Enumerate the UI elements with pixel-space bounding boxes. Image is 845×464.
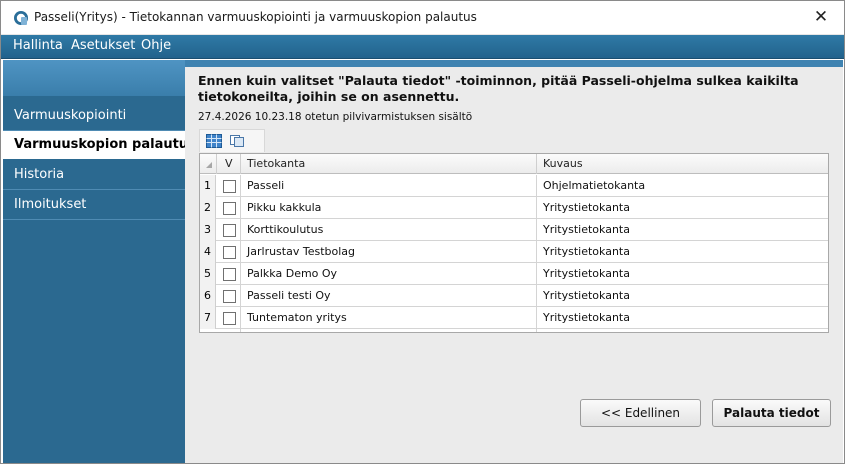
menu-ohje[interactable]: Ohje [141,38,171,53]
database-description: Ohjelmatietokanta [543,179,646,192]
table-row[interactable]: 3 Korttikoulutus Yritystietokanta [200,219,828,241]
row-number: 5 [200,263,216,285]
header-check[interactable]: V [217,154,241,174]
sidebar-item-notifications[interactable]: Ilmoitukset [3,191,185,219]
main-header-strip [185,60,843,67]
sidebar-divider [3,219,185,220]
table-row[interactable]: 5 Palkka Demo Oy Yritystietokanta [200,263,828,285]
main-panel: Ennen kuin valitset "Palauta tiedot" -to… [185,60,843,463]
table-row[interactable]: 4 Jarlrustav Testbolag Yritystietokanta [200,241,828,263]
database-description: Yritystietokanta [543,289,630,302]
row-checkbox[interactable] [223,202,236,215]
row-number: 3 [200,219,216,241]
table-row[interactable]: 1 Passeli Ohjelmatietokanta [200,175,828,197]
row-checkbox[interactable] [223,290,236,303]
restore-window: Passeli(Yritys) - Tietokannan varmuuskop… [0,0,845,464]
database-description: Yritystietokanta [543,223,630,236]
row-number: 7 [200,307,216,329]
header-description[interactable]: Kuvaus [537,154,828,174]
sidebar-item-history[interactable]: Historia [3,161,185,189]
sidebar: Varmuuskopiointi Varmuuskopion palautus … [3,60,196,463]
row-checkbox[interactable] [223,312,236,325]
database-name: Passeli testi Oy [247,289,331,302]
previous-button[interactable]: << Edellinen [580,399,701,427]
warning-text: Ennen kuin valitset "Palauta tiedot" -to… [198,73,799,104]
sidebar-header [3,60,185,96]
database-description: Yritystietokanta [543,267,630,280]
restore-button[interactable]: Palauta tiedot [712,399,831,427]
sidebar-item-restore[interactable]: Varmuuskopion palautus [3,131,196,159]
table-row[interactable]: 6 Passeli testi Oy Yritystietokanta [200,285,828,307]
grid-view-icon[interactable] [206,134,222,148]
header-database[interactable]: Tietokanta [241,154,537,174]
column-divider [240,175,241,332]
row-number: 2 [200,197,216,219]
backup-info-text: 27.4.2026 10.23.18 otetun pilvivarmistuk… [198,111,473,123]
database-description: Yritystietokanta [543,201,630,214]
menu-bar: Hallinta Asetukset Ohje [1,35,844,59]
sidebar-item-backup[interactable]: Varmuuskopiointi [3,102,185,130]
passeli-app-icon [13,10,29,26]
table-header: V Tietokanta Kuvaus [200,154,828,174]
row-checkbox[interactable] [223,246,236,259]
row-number: 1 [200,175,216,197]
menu-hallinta[interactable]: Hallinta [13,38,63,53]
row-checkbox[interactable] [223,224,236,237]
title-bar: Passeli(Yritys) - Tietokannan varmuuskop… [1,1,844,35]
copy-icon[interactable] [229,134,245,148]
close-button[interactable]: ✕ [798,1,844,34]
database-name: Tuntematon yritys [247,311,347,324]
menu-asetukset[interactable]: Asetukset [71,38,135,53]
window-title: Passeli(Yritys) - Tietokannan varmuuskop… [34,10,477,24]
table-toolbar [199,129,265,152]
database-name: Palkka Demo Oy [247,267,338,280]
row-checkbox[interactable] [223,180,236,193]
sidebar-divider [3,189,185,190]
header-corner [200,154,217,174]
database-name: Korttikoulutus [247,223,324,236]
column-divider [536,175,537,332]
database-name: Jarlrustav Testbolag [247,245,356,258]
row-checkbox[interactable] [223,268,236,281]
row-number: 6 [200,285,216,307]
row-number: 4 [200,241,216,263]
database-name: Pikku kakkula [247,201,322,214]
table-row[interactable]: 2 Pikku kakkula Yritystietokanta [200,197,828,219]
database-description: Yritystietokanta [543,245,630,258]
database-description: Yritystietokanta [543,311,630,324]
database-table: V Tietokanta Kuvaus 1 Passeli Ohjelmatie… [199,153,829,333]
database-name: Passeli [247,179,285,192]
close-icon: ✕ [813,7,829,27]
table-row[interactable]: 7 Tuntematon yritys Yritystietokanta [200,307,828,329]
